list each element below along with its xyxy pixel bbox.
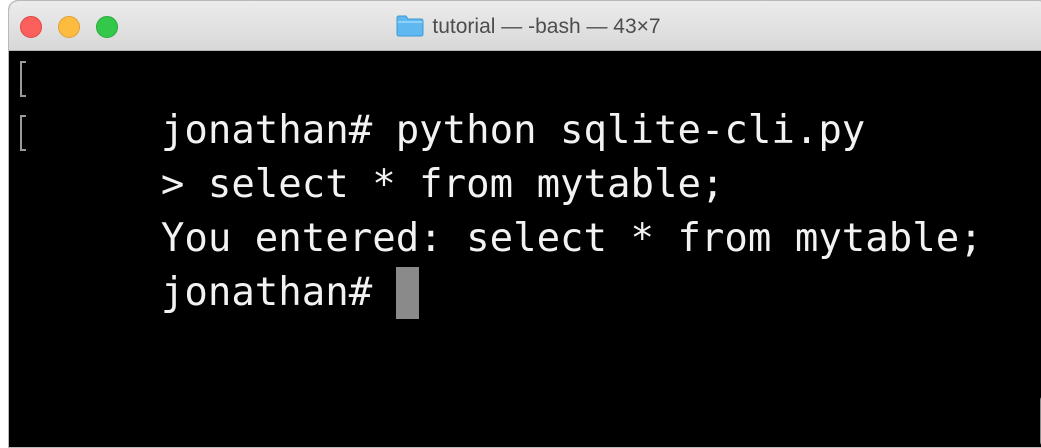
terminal-output[interactable]: jonathan# python sqlite-cli.py > select … [9,51,1041,447]
terminal-line: > select * from mytable; [20,107,724,207]
title-bar[interactable]: tutorial — -bash — 43×7 [9,1,1041,51]
line-mark-icon [20,61,26,97]
terminal-prompt-line[interactable]: jonathan# [20,215,419,319]
text-cursor [395,267,419,319]
line-mark-icon [20,115,26,151]
folder-icon [396,15,424,44]
terminal-line: jonathan# python sqlite-cli.py [20,53,865,153]
terminal-window: tutorial — -bash — 43×7 jonathan# python… [8,0,1041,448]
terminal-line-text: jonathan# [160,270,396,315]
terminal-line: You entered: select * from mytable; [20,161,983,261]
window-title-text: tutorial — -bash — 43×7 [432,15,661,38]
window-title: tutorial — -bash — 43×7 [9,14,1041,44]
